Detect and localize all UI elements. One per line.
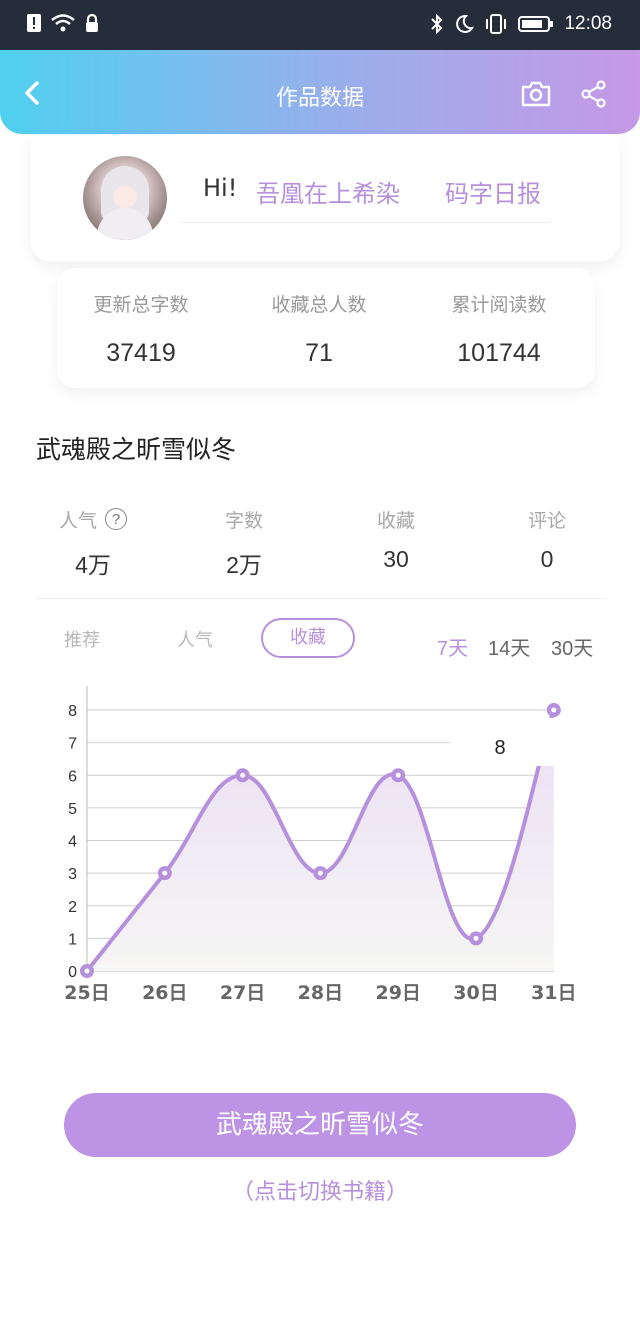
data-point-center [473, 935, 479, 941]
tab-popularity[interactable]: 人气 [177, 626, 213, 652]
total-value: 71 [305, 339, 333, 367]
tab-7-days[interactable]: 7天 [437, 632, 468, 661]
tab-14-days[interactable]: 14天 [488, 632, 530, 661]
y-tick-label: 2 [68, 899, 77, 916]
x-tick-label: 27日 [220, 982, 265, 1004]
y-tick-label: 8 [68, 703, 77, 720]
total-favorites: 收藏总人数 71 [239, 290, 399, 368]
stat-value: 4万 [75, 552, 111, 578]
daily-report-link[interactable]: 码字日报 [445, 174, 541, 209]
totals-card: 更新总字数 37419 收藏总人数 71 累计阅读数 101744 [57, 268, 595, 388]
x-tick-label: 28日 [298, 982, 343, 1004]
x-tick-label: 29日 [375, 982, 420, 1004]
stat-popularity: 人气? 4万 [33, 506, 153, 580]
switch-book-hint[interactable]: （点击切换书籍） [0, 1174, 640, 1206]
battery-icon [518, 16, 554, 32]
tab-recommend[interactable]: 推荐 [64, 626, 100, 652]
bluetooth-icon [431, 13, 443, 35]
avatar[interactable] [83, 156, 167, 240]
user-card: Hi! 吾凰在上希染 码字日报 [30, 134, 620, 262]
book-title: 武魂殿之昕雪似冬 [36, 435, 237, 464]
total-label: 收藏总人数 [271, 294, 367, 316]
divider [180, 222, 550, 223]
x-tick-label: 31日 [531, 982, 576, 1004]
book-stats: 人气? 4万 字数 2万 收藏 30 评论 0 [0, 506, 640, 586]
total-words: 更新总字数 37419 [61, 290, 221, 368]
help-icon[interactable]: ? [105, 508, 127, 530]
y-tick-label: 7 [68, 736, 77, 753]
y-tick-label: 5 [68, 801, 77, 818]
y-tick-label: 3 [68, 866, 77, 883]
total-value: 37419 [106, 339, 176, 367]
data-point-center [395, 772, 401, 778]
tab-30-days[interactable]: 30天 [551, 632, 593, 661]
data-point-center [551, 707, 557, 713]
alert-icon [27, 14, 41, 32]
total-reads: 累计阅读数 101744 [419, 290, 579, 368]
stat-value: 2万 [226, 552, 262, 578]
data-point-center [162, 870, 168, 876]
x-tick-label: 26日 [142, 982, 187, 1004]
username: 吾凰在上希染 [256, 180, 400, 208]
stat-value: 30 [383, 546, 409, 572]
share-icon[interactable] [580, 80, 608, 108]
x-tick-label: 30日 [453, 982, 498, 1004]
y-tick-label: 4 [68, 834, 77, 851]
data-point-center [240, 772, 246, 778]
stat-label: 字数 [224, 509, 263, 532]
y-tick-label: 6 [68, 768, 77, 785]
status-bar: 12:08 [0, 0, 640, 50]
moon-icon [456, 14, 475, 33]
stat-comments: 评论 0 [487, 506, 607, 573]
vibrate-icon [486, 14, 507, 34]
tab-favorites[interactable]: 收藏 [261, 618, 355, 658]
app-header: 作品数据 [0, 50, 640, 134]
total-value: 101744 [457, 339, 541, 367]
stat-label: 收藏 [376, 509, 415, 532]
total-label: 累计阅读数 [451, 294, 547, 316]
divider [36, 598, 606, 599]
x-tick-label: 25日 [64, 982, 109, 1004]
stat-value: 0 [540, 546, 554, 572]
switch-book-button[interactable]: 武魂殿之昕雪似冬 [64, 1093, 576, 1157]
y-tick-label: 1 [68, 931, 77, 948]
greeting: Hi! [203, 174, 238, 202]
data-point-center [84, 968, 90, 974]
stat-label: 人气 [58, 509, 97, 532]
stat-favorites: 收藏 30 [336, 506, 456, 573]
tooltip-value: 8 [494, 737, 505, 759]
camera-icon[interactable] [520, 80, 552, 108]
stat-label: 评论 [527, 509, 566, 532]
total-label: 更新总字数 [93, 294, 189, 316]
lock-icon [86, 13, 98, 32]
clock: 12:08 [564, 13, 612, 34]
y-tick-label: 0 [68, 964, 77, 981]
data-point-center [317, 870, 323, 876]
wifi-icon [51, 14, 75, 32]
stat-words: 字数 2万 [184, 506, 304, 580]
favorites-chart: 0 1 2 3 4 5 6 7 8 25日 26日 27日 28日 29日 30日 31日 8 [64, 686, 577, 1004]
